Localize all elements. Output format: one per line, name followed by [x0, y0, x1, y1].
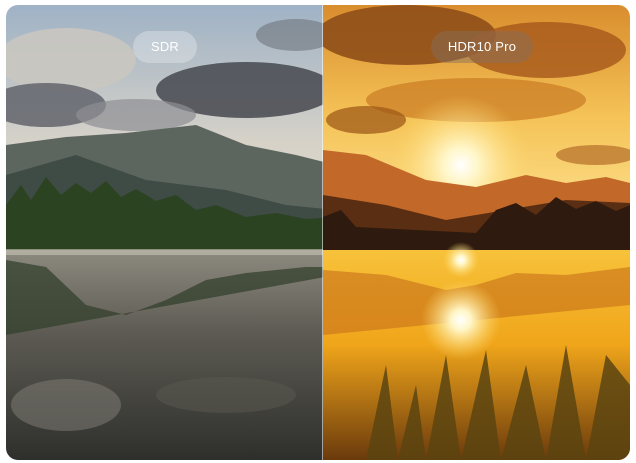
hdr-half [323, 5, 630, 460]
sdr-label: SDR [133, 31, 197, 63]
sdr-landscape-image [6, 5, 323, 460]
hdr-label: HDR10 Pro [431, 31, 533, 63]
comparison-image: SDR HDR10 Pro [6, 5, 630, 460]
sdr-half [6, 5, 323, 460]
hdr-landscape-image [323, 5, 630, 460]
split-divider [322, 5, 323, 460]
